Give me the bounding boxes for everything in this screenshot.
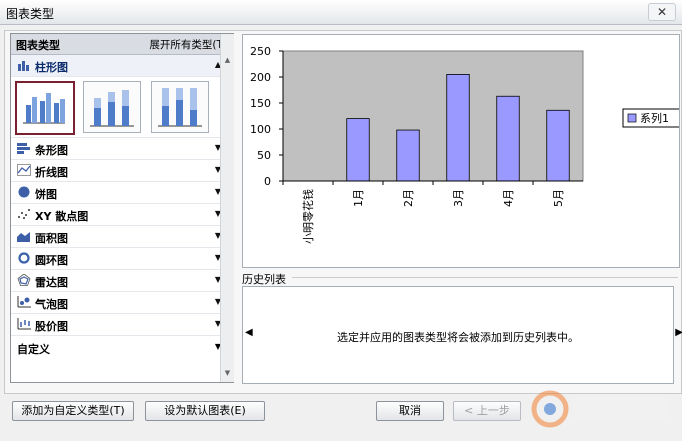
y-tick-label: 200 [250,71,271,84]
expand-all-link[interactable]: 展开所有类型(T) [149,37,227,52]
category-label: XY 散点图 [35,210,89,223]
category-scatter[interactable]: XY 散点图 ▼ [11,204,233,226]
bar [496,95,520,182]
bar [546,109,570,182]
category-area[interactable]: 面积图 ▼ [11,226,233,248]
doughnut-chart-icon [18,252,30,264]
category-label: 折线图 [35,166,68,179]
y-tick-label: 50 [257,149,271,162]
subtype-gallery [11,77,233,138]
category-bar[interactable]: 条形图 ▼ [11,138,233,160]
pie-chart-icon [18,186,30,198]
subtype-clustered-column[interactable] [15,81,75,135]
chart-type-panel: 图表类型 展开所有类型(T) 柱形图 ▲ 条形图 ▼ 折线图 ▼ 饼图 ▼ XY… [10,33,234,383]
panel-scrollbar[interactable]: ▲ ▼ [220,34,234,382]
y-tick-label: 100 [250,123,271,136]
clustered-column-icon [23,93,65,124]
category-stock[interactable]: 股价图 ▼ [11,314,233,336]
bar [396,129,420,182]
x-tick-label: 2月 [402,189,415,207]
bar-chart-icon [17,143,30,154]
category-label: 条形图 [35,144,68,157]
chart-preview: 0 50 100 150 200 250 小明零花钱 1月 2月 3月 4月 5月 系列1 [242,34,682,268]
history-divider [292,277,678,278]
x-tick-label: 1月 [352,189,365,207]
category-label: 柱形图 [35,61,68,74]
history-next-icon[interactable]: ▶ [675,327,682,338]
x-tick-label: 小明零花钱 [301,189,315,244]
subtype-percent-column[interactable] [151,81,209,133]
panel-header-label: 图表类型 [16,39,60,52]
legend-swatch [627,113,637,123]
category-label: 气泡图 [35,298,68,311]
bar [346,118,370,182]
plot-area [282,50,584,182]
category-label: 股价图 [35,320,68,333]
column-chart-icon [18,61,29,71]
add-custom-type-button[interactable]: 添加为自定义类型(T) [12,401,134,421]
category-radar[interactable]: 雷达图 ▼ [11,270,233,292]
stacked-column-icon [90,90,134,127]
area-chart-icon [17,232,30,242]
window-title: 图表类型 [6,7,55,21]
history-message: 选定并应用的图表类型将会被添加到历史列表中。 [337,331,579,344]
cancel-button[interactable]: 取消 [376,401,444,421]
watermark-logo [531,390,668,428]
category-bubble[interactable]: 气泡图 ▼ [11,292,233,314]
line-chart-icon [17,164,31,176]
subtype-stacked-column[interactable] [83,81,141,133]
history-label: 历史列表 [242,273,286,286]
category-label: 饼图 [35,188,57,201]
category-line[interactable]: 折线图 ▼ [11,160,233,182]
stock-chart-icon [17,318,31,330]
panel-header: 图表类型 展开所有类型(T) [11,34,233,55]
scatter-chart-icon [18,209,30,219]
scroll-up-icon[interactable]: ▲ [221,54,234,67]
bubble-chart-icon [17,296,31,308]
percent-stacked-column-icon [158,88,202,127]
bar [446,74,470,182]
y-tick-label: 150 [250,97,271,110]
column-chart: 0 50 100 150 200 250 小明零花钱 1月 2月 3月 4月 5月 系列1 [250,45,682,244]
prev-step-button[interactable]: < 上一步 [453,401,521,421]
category-label: 雷达图 [35,276,68,289]
set-default-chart-button[interactable]: 设为默认图表(E) [145,401,265,421]
x-tick-label: 3月 [452,189,465,207]
category-pie[interactable]: 饼图 ▼ [11,182,233,204]
category-label: 面积图 [35,232,68,245]
x-tick-label: 4月 [502,189,515,207]
category-column[interactable]: 柱形图 ▲ [11,55,233,77]
legend-label: 系列1 [640,111,669,125]
radar-chart-icon [17,274,31,286]
category-custom[interactable]: 自定义 ▼ [11,336,233,358]
history-list: ◀ 选定并应用的图表类型将会被添加到历史列表中。 ▶ [242,286,682,384]
category-label: 自定义 [17,343,50,356]
scroll-down-icon[interactable]: ▼ [221,367,234,380]
x-tick-label: 5月 [552,189,565,207]
category-label: 圆环图 [35,254,68,267]
title-bar: 图表类型 ✕ [0,0,682,25]
close-icon[interactable]: ✕ [648,3,676,21]
y-tick-label: 250 [250,45,271,58]
category-doughnut[interactable]: 圆环图 ▼ [11,248,233,270]
y-tick-label: 0 [264,175,271,188]
